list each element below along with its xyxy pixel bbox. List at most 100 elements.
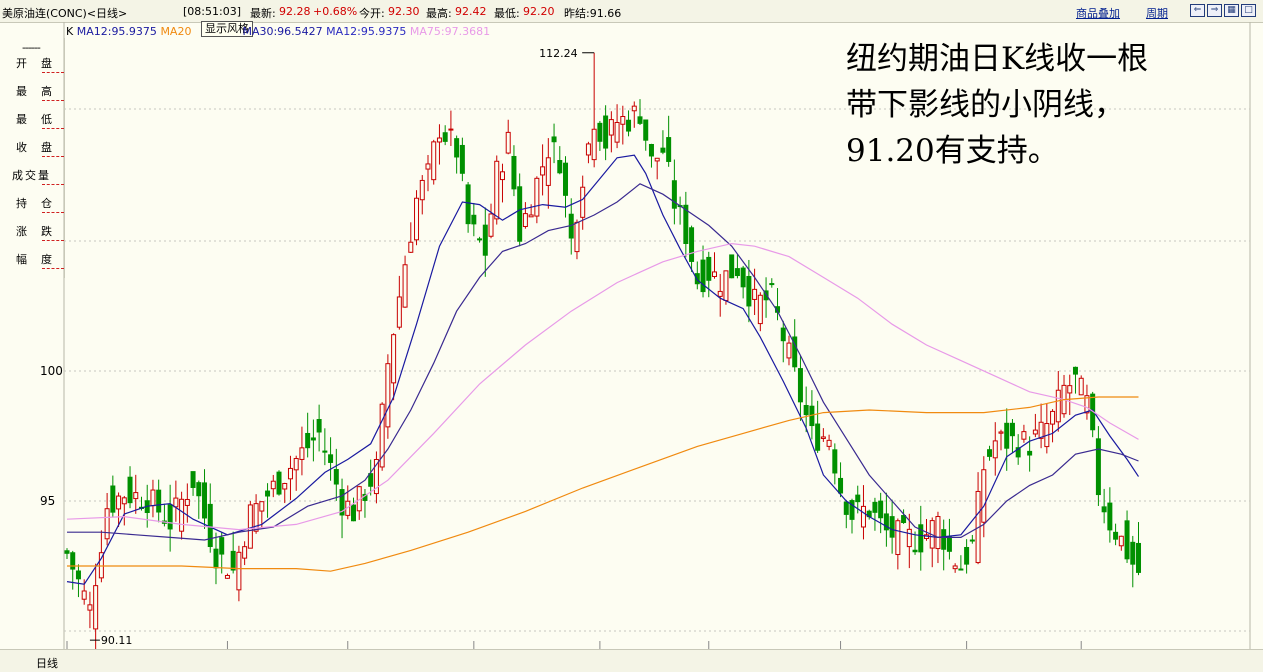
candle-body bbox=[1027, 450, 1033, 456]
candle-body bbox=[1021, 431, 1027, 440]
candle-body bbox=[471, 214, 477, 225]
candle-body bbox=[1050, 410, 1056, 425]
candle-body bbox=[116, 495, 122, 510]
candle-body bbox=[1124, 520, 1130, 560]
candle-body bbox=[941, 529, 947, 550]
candle-body bbox=[408, 241, 414, 253]
candle-body bbox=[981, 469, 987, 523]
candle-body bbox=[265, 490, 271, 497]
candle-body bbox=[333, 469, 339, 485]
candle-body bbox=[1009, 422, 1015, 437]
candle-body bbox=[299, 447, 305, 460]
min-price-label: 90.11 bbox=[101, 634, 133, 647]
candle-body bbox=[1118, 535, 1124, 547]
candle-body bbox=[1067, 385, 1073, 394]
row-open: 开盘 bbox=[16, 49, 64, 73]
y-tick-label: 100 bbox=[40, 364, 63, 378]
candle-body bbox=[1136, 542, 1142, 573]
candle-body bbox=[637, 116, 643, 124]
candle-body bbox=[689, 227, 695, 262]
candle-body bbox=[574, 221, 580, 253]
row-close: 收盘 bbox=[16, 133, 64, 157]
candle-body bbox=[912, 549, 918, 553]
candle-body bbox=[196, 482, 202, 497]
candle-body bbox=[494, 160, 500, 220]
candle-body bbox=[213, 548, 219, 569]
candle-body bbox=[895, 520, 901, 556]
candle-body bbox=[270, 480, 276, 490]
candle-body bbox=[259, 501, 265, 512]
candle-body bbox=[843, 501, 849, 515]
candle-body bbox=[557, 160, 563, 174]
candle-body bbox=[1032, 429, 1038, 435]
candle-body bbox=[734, 268, 740, 277]
candle-body bbox=[992, 440, 998, 459]
candle-body bbox=[952, 565, 958, 570]
candle-body bbox=[1072, 366, 1078, 375]
candle-body bbox=[499, 171, 505, 181]
candle-body bbox=[1101, 506, 1107, 513]
candle-body bbox=[488, 213, 494, 237]
candle-body bbox=[534, 177, 540, 217]
candle-body bbox=[391, 334, 397, 384]
candle-body bbox=[832, 449, 838, 474]
candle-body bbox=[414, 197, 420, 241]
candle-body bbox=[305, 432, 311, 449]
candle-body bbox=[797, 368, 803, 403]
candle-body bbox=[522, 213, 528, 228]
candle-body bbox=[81, 590, 87, 600]
candle-body bbox=[351, 504, 356, 522]
candle-body bbox=[540, 166, 546, 176]
ma75-readout: MA75:97.3681 bbox=[409, 25, 491, 38]
candle-body bbox=[70, 552, 76, 570]
candle-body bbox=[230, 550, 236, 571]
candle-body bbox=[528, 214, 534, 218]
candle-body bbox=[1078, 377, 1084, 396]
candle-body bbox=[803, 405, 809, 416]
candle-body bbox=[173, 497, 179, 508]
candle-body bbox=[671, 180, 677, 209]
period-mode: 日线 bbox=[36, 657, 58, 670]
candle-body bbox=[224, 574, 230, 579]
candle-body bbox=[385, 363, 391, 428]
candle-body bbox=[614, 121, 620, 143]
candle-body bbox=[517, 186, 523, 242]
row-change: 涨跌 bbox=[16, 217, 64, 241]
candle-body bbox=[706, 256, 712, 281]
row-position-label: 持仓 bbox=[16, 197, 66, 210]
candle-body bbox=[104, 508, 110, 540]
candle-body bbox=[946, 536, 952, 552]
row-open-label: 开盘 bbox=[16, 57, 66, 70]
candle-body bbox=[184, 498, 190, 506]
candle-body bbox=[626, 119, 632, 132]
candle-body bbox=[431, 141, 437, 181]
candle-body bbox=[368, 473, 374, 487]
candle-body bbox=[505, 131, 511, 154]
note-line-2: 带下影线的小阴线， bbox=[846, 87, 1125, 123]
candle-body bbox=[1130, 541, 1136, 565]
k-label: K bbox=[66, 25, 74, 38]
y-tick-label: 95 bbox=[40, 494, 55, 508]
candle-body bbox=[328, 454, 334, 463]
candle-body bbox=[1107, 502, 1113, 531]
candle-body bbox=[838, 477, 844, 494]
candle-body bbox=[820, 436, 826, 439]
candle-body bbox=[316, 419, 322, 433]
candle-body bbox=[442, 132, 448, 142]
row-position: 持仓 bbox=[16, 189, 64, 213]
candle-body bbox=[872, 501, 878, 513]
candle-body bbox=[631, 105, 637, 112]
candle-body bbox=[402, 264, 408, 308]
candle-body bbox=[425, 163, 431, 170]
candle-body bbox=[1095, 438, 1101, 496]
candle-body bbox=[127, 476, 133, 504]
candle-body bbox=[740, 267, 746, 288]
candle-body bbox=[242, 546, 248, 559]
candle-body bbox=[551, 136, 557, 143]
candle-body bbox=[511, 155, 517, 190]
candle-body bbox=[64, 550, 70, 554]
candle-body bbox=[287, 467, 293, 480]
row-volume-label: 成交量 bbox=[12, 169, 51, 182]
row-change-label: 涨跌 bbox=[16, 225, 66, 238]
candle-body bbox=[459, 144, 465, 174]
